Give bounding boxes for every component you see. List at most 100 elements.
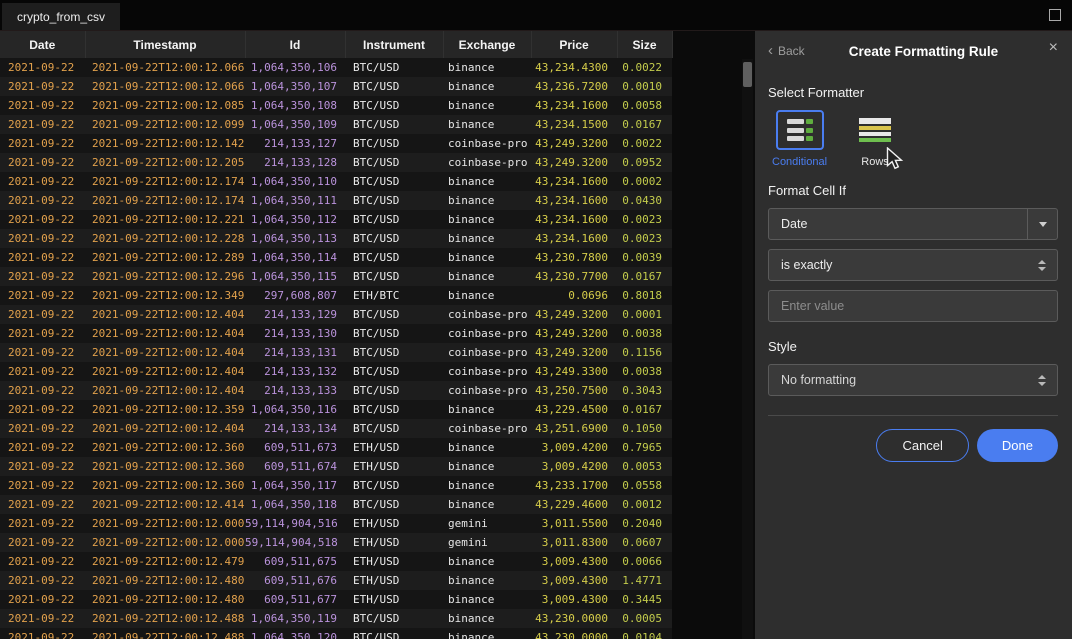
cell-exchange[interactable]: binance: [443, 438, 531, 457]
table-row[interactable]: 2021-09-222021-09-22T12:00:12.404214,133…: [0, 362, 672, 381]
cell-size[interactable]: 0.0005: [617, 609, 672, 628]
cell-date[interactable]: 2021-09-22: [0, 514, 85, 533]
cell-price[interactable]: 43,249.3200: [531, 324, 617, 343]
cell-timestamp[interactable]: 2021-09-22T12:00:12.359: [85, 400, 245, 419]
table-row[interactable]: 2021-09-222021-09-22T12:00:12.349297,608…: [0, 286, 672, 305]
cell-exchange[interactable]: binance: [443, 609, 531, 628]
column-header-price[interactable]: Price: [531, 31, 617, 58]
cell-id[interactable]: 214,133,131: [245, 343, 345, 362]
cell-timestamp[interactable]: 2021-09-22T12:00:12.066: [85, 58, 245, 77]
cell-exchange[interactable]: binance: [443, 286, 531, 305]
cell-id[interactable]: 1,064,350,119: [245, 609, 345, 628]
cell-exchange[interactable]: coinbase-pro: [443, 362, 531, 381]
cell-size[interactable]: 0.0058: [617, 96, 672, 115]
table-row[interactable]: 2021-09-222021-09-22T12:00:12.142214,133…: [0, 134, 672, 153]
cell-price[interactable]: 43,229.4500: [531, 400, 617, 419]
cell-instrument[interactable]: BTC/USD: [345, 381, 443, 400]
column-header-timestamp[interactable]: Timestamp: [85, 31, 245, 58]
cell-exchange[interactable]: binance: [443, 248, 531, 267]
formatter-option-conditional[interactable]: Conditional: [772, 110, 827, 168]
cell-date[interactable]: 2021-09-22: [0, 438, 85, 457]
value-input[interactable]: [768, 290, 1058, 322]
cell-date[interactable]: 2021-09-22: [0, 419, 85, 438]
cell-id[interactable]: 609,511,677: [245, 590, 345, 609]
table-row[interactable]: 2021-09-222021-09-22T12:00:12.2281,064,3…: [0, 229, 672, 248]
cell-id[interactable]: 1,064,350,116: [245, 400, 345, 419]
cell-timestamp[interactable]: 2021-09-22T12:00:12.360: [85, 457, 245, 476]
cell-instrument[interactable]: BTC/USD: [345, 362, 443, 381]
table-row[interactable]: 2021-09-222021-09-22T12:00:12.360609,511…: [0, 457, 672, 476]
cell-timestamp[interactable]: 2021-09-22T12:00:12.349: [85, 286, 245, 305]
cell-exchange[interactable]: binance: [443, 172, 531, 191]
cell-instrument[interactable]: BTC/USD: [345, 343, 443, 362]
cell-size[interactable]: 0.0023: [617, 229, 672, 248]
cell-size[interactable]: 0.0022: [617, 58, 672, 77]
cell-exchange[interactable]: binance: [443, 191, 531, 210]
cell-size[interactable]: 0.0053: [617, 457, 672, 476]
cell-exchange[interactable]: coinbase-pro: [443, 324, 531, 343]
cell-timestamp[interactable]: 2021-09-22T12:00:12.221: [85, 210, 245, 229]
cell-date[interactable]: 2021-09-22: [0, 533, 85, 552]
cancel-button[interactable]: Cancel: [876, 429, 968, 462]
cell-price[interactable]: 43,234.1600: [531, 172, 617, 191]
table-row[interactable]: 2021-09-222021-09-22T12:00:12.404214,133…: [0, 324, 672, 343]
cell-exchange[interactable]: binance: [443, 229, 531, 248]
cell-date[interactable]: 2021-09-22: [0, 267, 85, 286]
cell-exchange[interactable]: binance: [443, 58, 531, 77]
cell-id[interactable]: 214,133,134: [245, 419, 345, 438]
cell-exchange[interactable]: binance: [443, 77, 531, 96]
cell-price[interactable]: 43,233.1700: [531, 476, 617, 495]
cell-exchange[interactable]: gemini: [443, 533, 531, 552]
table-row[interactable]: 2021-09-222021-09-22T12:00:12.2211,064,3…: [0, 210, 672, 229]
cell-price[interactable]: 43,234.1600: [531, 96, 617, 115]
cell-timestamp[interactable]: 2021-09-22T12:00:12.404: [85, 419, 245, 438]
cell-date[interactable]: 2021-09-22: [0, 115, 85, 134]
table-row[interactable]: 2021-09-222021-09-22T12:00:12.404214,133…: [0, 343, 672, 362]
cell-timestamp[interactable]: 2021-09-22T12:00:12.404: [85, 362, 245, 381]
cell-instrument[interactable]: BTC/USD: [345, 476, 443, 495]
tab-crypto-from-csv[interactable]: crypto_from_csv: [2, 3, 120, 30]
cell-timestamp[interactable]: 2021-09-22T12:00:12.066: [85, 77, 245, 96]
cell-id[interactable]: 1,064,350,114: [245, 248, 345, 267]
cell-instrument[interactable]: BTC/USD: [345, 115, 443, 134]
table-row[interactable]: 2021-09-222021-09-22T12:00:12.00059,114,…: [0, 533, 672, 552]
cell-instrument[interactable]: ETH/USD: [345, 590, 443, 609]
cell-exchange[interactable]: binance: [443, 495, 531, 514]
table-row[interactable]: 2021-09-222021-09-22T12:00:12.0661,064,3…: [0, 77, 672, 96]
cell-id[interactable]: 609,511,676: [245, 571, 345, 590]
cell-id[interactable]: 1,064,350,115: [245, 267, 345, 286]
cell-timestamp[interactable]: 2021-09-22T12:00:12.228: [85, 229, 245, 248]
cell-exchange[interactable]: binance: [443, 476, 531, 495]
table-row[interactable]: 2021-09-222021-09-22T12:00:12.360609,511…: [0, 438, 672, 457]
cell-date[interactable]: 2021-09-22: [0, 590, 85, 609]
table-row[interactable]: 2021-09-222021-09-22T12:00:12.404214,133…: [0, 305, 672, 324]
cell-price[interactable]: 43,249.3200: [531, 305, 617, 324]
cell-id[interactable]: 1,064,350,112: [245, 210, 345, 229]
cell-timestamp[interactable]: 2021-09-22T12:00:12.360: [85, 476, 245, 495]
cell-instrument[interactable]: BTC/USD: [345, 96, 443, 115]
cell-price[interactable]: 43,249.3200: [531, 134, 617, 153]
back-button[interactable]: ‹ Back: [768, 44, 805, 58]
cell-timestamp[interactable]: 2021-09-22T12:00:12.174: [85, 172, 245, 191]
table-row[interactable]: 2021-09-222021-09-22T12:00:12.2961,064,3…: [0, 267, 672, 286]
cell-exchange[interactable]: coinbase-pro: [443, 381, 531, 400]
cell-id[interactable]: 214,133,127: [245, 134, 345, 153]
table-row[interactable]: 2021-09-222021-09-22T12:00:12.480609,511…: [0, 590, 672, 609]
cell-id[interactable]: 214,133,132: [245, 362, 345, 381]
cell-exchange[interactable]: coinbase-pro: [443, 134, 531, 153]
cell-date[interactable]: 2021-09-22: [0, 400, 85, 419]
cell-instrument[interactable]: ETH/USD: [345, 514, 443, 533]
cell-size[interactable]: 0.0558: [617, 476, 672, 495]
cell-instrument[interactable]: ETH/USD: [345, 457, 443, 476]
table-row[interactable]: 2021-09-222021-09-22T12:00:12.3591,064,3…: [0, 400, 672, 419]
cell-timestamp[interactable]: 2021-09-22T12:00:12.404: [85, 343, 245, 362]
close-icon[interactable]: ×: [1049, 40, 1058, 56]
cell-id[interactable]: 609,511,674: [245, 457, 345, 476]
cell-size[interactable]: 0.0952: [617, 153, 672, 172]
cell-date[interactable]: 2021-09-22: [0, 457, 85, 476]
cell-size[interactable]: 0.0039: [617, 248, 672, 267]
cell-instrument[interactable]: BTC/USD: [345, 77, 443, 96]
cell-price[interactable]: 43,230.0000: [531, 609, 617, 628]
cell-exchange[interactable]: coinbase-pro: [443, 305, 531, 324]
cell-exchange[interactable]: binance: [443, 628, 531, 639]
